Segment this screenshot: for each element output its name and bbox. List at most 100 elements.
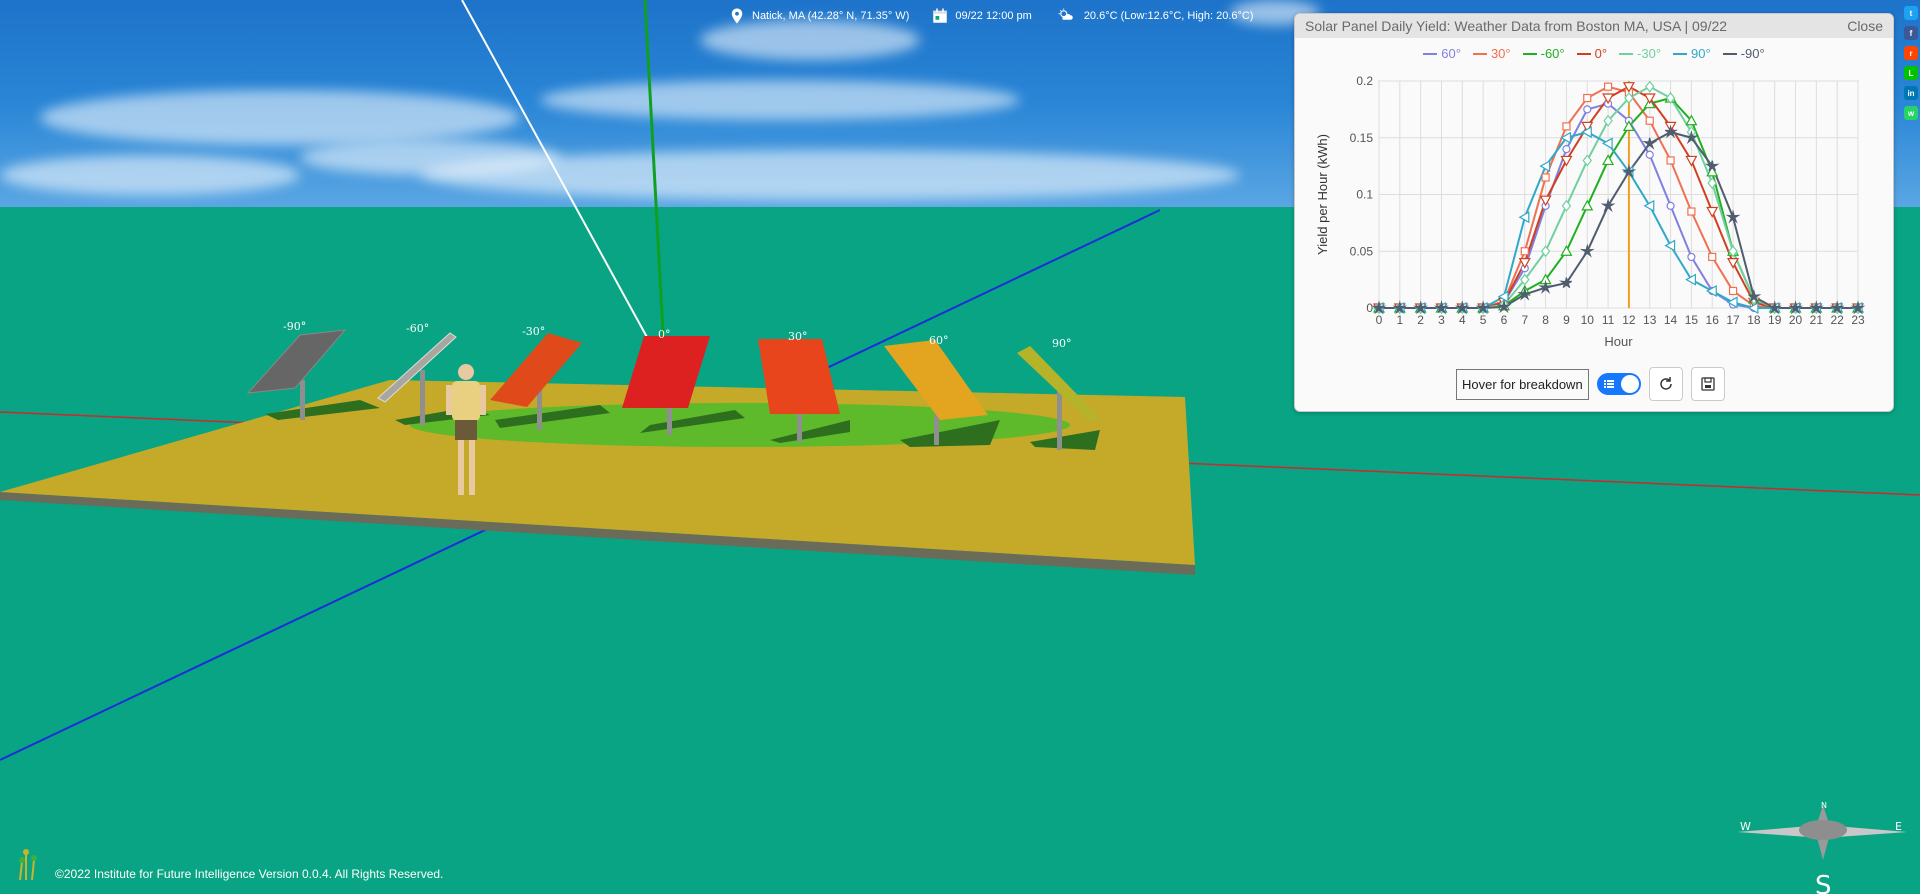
series-line[interactable] [1379,85,1858,309]
data-point[interactable] [1687,252,1696,262]
chart-controls: Hover for breakdown [1456,367,1725,401]
x-tick-label: 13 [1643,313,1657,327]
data-point[interactable] [1583,105,1592,114]
legend-swatch [1423,52,1438,55]
series-line[interactable] [1379,96,1858,309]
legend-entry[interactable]: -90° [1722,46,1765,61]
legend-entry[interactable]: 90° [1673,46,1711,61]
ifi-logo [19,849,37,881]
legend-entry[interactable]: 30° [1472,46,1511,61]
x-tick-label: 3 [1438,313,1445,327]
data-point[interactable] [1687,207,1696,216]
breakdown-toggle[interactable] [1596,373,1641,395]
panel-label: -60° [406,322,430,335]
data-point[interactable] [1601,137,1613,150]
compass-east-label: E [1895,820,1902,833]
y-tick-label: 0.2 [1356,74,1373,88]
x-tick-label: 6 [1501,313,1508,327]
legend-swatch [1673,52,1688,55]
share-icon[interactable]: L [1904,66,1918,80]
data-point[interactable] [1520,247,1529,256]
data-point[interactable] [1583,93,1592,103]
x-tick-label: 11 [1602,313,1615,327]
x-tick-label: 1 [1396,313,1403,327]
sun-ray [461,0,666,371]
compass-north-label: N [1821,801,1827,810]
legend-label: -30° [1637,46,1662,61]
data-point[interactable] [1666,156,1675,165]
data-point[interactable] [1666,201,1675,210]
solar-panel-30[interactable] [758,339,840,414]
panel-label: 90° [1052,337,1072,350]
series-line[interactable] [1379,85,1858,309]
share-icon[interactable]: in [1904,86,1918,100]
data-point[interactable] [1685,155,1698,167]
data-point[interactable] [1645,116,1654,125]
data-point[interactable] [1562,144,1571,154]
chart-titlebar[interactable]: Solar Panel Daily Yield: Weather Data fr… [1295,14,1893,38]
list-icon [1603,380,1614,388]
x-axis-label: Hour [1604,334,1633,349]
panel-label: 30° [788,330,808,343]
legend-label: 30° [1490,46,1511,61]
x-tick-label: 7 [1521,313,1528,327]
data-point[interactable] [1603,82,1613,91]
legend-entry[interactable]: -30° [1619,46,1661,61]
legend-swatch [1522,52,1537,55]
x-tick-label: 19 [1768,313,1782,327]
data-point[interactable] [1602,154,1615,166]
chart-legend: 60° 30° -60° 0° -30° 90° -90° [1295,46,1893,61]
close-button[interactable]: Close [1847,18,1883,34]
legend-entry[interactable]: 0° [1576,46,1607,61]
datetime-text: 09/22 12:00 pm [955,10,1032,22]
data-point[interactable] [1727,258,1740,269]
share-icon[interactable]: r [1904,46,1918,60]
data-point[interactable] [1706,206,1719,218]
legend-entry[interactable]: -60° [1522,46,1565,61]
x-tick-label: 14 [1664,313,1678,327]
legend-swatch [1576,52,1591,55]
x-tick-label: 15 [1685,313,1699,327]
normal-ray [643,0,667,371]
panel-pole [1057,390,1062,450]
data-point[interactable] [1644,80,1655,93]
yield-line-chart[interactable]: 0 1 2 3 4 5 6 7 8 9 10 11 12 13 14 15 16 17 18 19 20 21 22 2300… [1295,64,1893,364]
series-line[interactable] [1379,131,1858,309]
y-tick-label: 0.15 [1350,131,1374,145]
x-tick-label: 0 [1376,313,1383,327]
share-icon[interactable]: f [1904,26,1918,40]
data-point[interactable] [1581,199,1594,211]
data-point[interactable] [1664,239,1676,252]
x-tick-label: 10 [1581,313,1595,327]
legend-swatch [1619,52,1634,55]
data-point[interactable] [1562,122,1571,131]
reload-button[interactable] [1648,367,1683,401]
series-line[interactable] [1379,102,1858,309]
save-image-button[interactable] [1690,367,1725,401]
x-tick-label: 21 [1810,313,1824,327]
weather-text: 20.6°C (Low:12.6°C, High: 20.6°C) [1083,10,1254,22]
data-point[interactable] [1541,173,1550,182]
share-icon[interactable]: t [1904,6,1918,20]
data-point[interactable] [1728,286,1738,296]
yield-chart-window[interactable]: Solar Panel Daily Yield: Weather Data fr… [1294,13,1894,412]
y-tick-label: 0.1 [1356,188,1373,202]
compass-center [1799,820,1847,840]
data-point[interactable] [1561,199,1572,212]
x-tick-label: 23 [1851,313,1865,327]
solar-panel-minus90[interactable] [246,329,347,394]
panel-label: -90° [283,320,307,333]
data-point[interactable] [1645,150,1654,159]
reload-icon [1659,377,1672,390]
legend-label: 90° [1691,46,1711,61]
panel-label: 0° [658,328,671,341]
hover-breakdown-label: Hover for breakdown [1456,368,1589,400]
x-tick-label: 5 [1480,313,1487,327]
share-icon[interactable]: w [1904,106,1918,120]
panel-pole [300,380,305,420]
legend-entry[interactable]: 60° [1423,46,1461,61]
data-point[interactable] [1708,252,1717,262]
legend-swatch [1722,52,1737,55]
compass-widget[interactable]: N W E S [1735,800,1910,894]
series-line[interactable] [1379,85,1858,309]
